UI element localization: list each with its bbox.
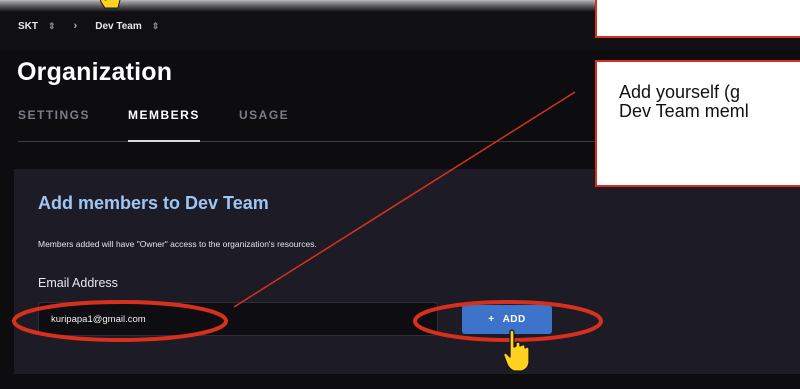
add-members-panel: Add members to Dev Team Members added wi…: [14, 169, 800, 374]
email-field[interactable]: [38, 302, 438, 336]
tab-members[interactable]: MEMBERS: [128, 108, 200, 142]
callout-text: Add yourself (g Dev Team meml: [619, 82, 749, 121]
plus-icon: +: [488, 314, 495, 325]
up-down-chevron-icon[interactable]: ⇕: [48, 21, 56, 32]
tab-settings[interactable]: SETTINGS: [18, 108, 90, 122]
panel-description: Members added will have "Owner" access t…: [38, 239, 317, 249]
page-title: Organization: [17, 58, 173, 86]
breadcrumb-team[interactable]: Dev Team: [95, 21, 142, 32]
tab-usage[interactable]: USAGE: [239, 108, 289, 122]
callout-box-top: [595, 0, 800, 38]
callout-box: Add yourself (g Dev Team meml: [595, 60, 800, 187]
chevron-right-icon: ›: [73, 20, 78, 32]
breadcrumb: SKT ⇕ › Dev Team ⇕: [18, 18, 159, 34]
add-button[interactable]: + ADD: [462, 305, 552, 334]
breadcrumb-org[interactable]: SKT: [18, 21, 38, 32]
email-label: Email Address: [38, 276, 118, 290]
up-down-chevron-icon[interactable]: ⇕: [152, 21, 160, 32]
panel-title: Add members to Dev Team: [38, 193, 269, 213]
add-button-label: ADD: [502, 314, 526, 325]
